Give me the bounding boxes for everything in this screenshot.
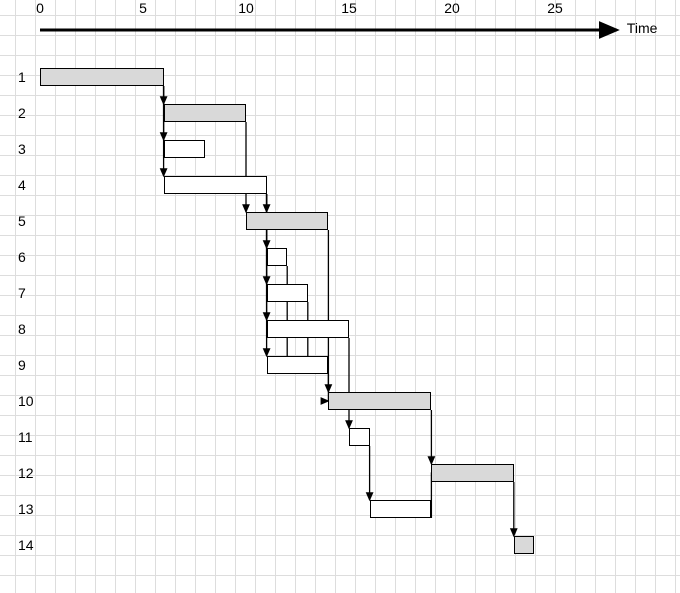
task-bar — [164, 140, 205, 158]
row-label: 6 — [18, 249, 26, 265]
row-label: 11 — [18, 429, 33, 445]
x-tick-label: 5 — [139, 0, 147, 16]
x-tick-label: 25 — [547, 0, 563, 16]
task-bar — [267, 284, 308, 302]
x-tick-label: 10 — [238, 0, 254, 16]
gantt-chart: Time 05101520251234567891011121314 — [0, 0, 680, 593]
row-label: 7 — [18, 285, 26, 301]
row-label: 10 — [18, 393, 34, 409]
row-label: 4 — [18, 177, 26, 193]
x-tick-label: 15 — [341, 0, 357, 16]
axis-and-arrows-svg — [0, 0, 680, 593]
row-label: 9 — [18, 357, 26, 373]
task-bar — [328, 392, 431, 410]
row-label: 13 — [18, 501, 34, 517]
task-bar — [267, 356, 329, 374]
task-bar — [246, 212, 328, 230]
x-tick-label: 0 — [36, 0, 44, 16]
row-label: 12 — [18, 465, 34, 481]
task-bar — [267, 248, 288, 266]
row-label: 3 — [18, 141, 26, 157]
task-bar — [370, 500, 432, 518]
task-bar — [349, 428, 370, 446]
task-bar — [40, 68, 164, 86]
row-label: 8 — [18, 321, 26, 337]
row-label: 1 — [18, 69, 26, 85]
row-label: 2 — [18, 105, 26, 121]
row-label: 5 — [18, 213, 26, 229]
task-bar — [514, 536, 535, 554]
x-axis-label: Time — [627, 20, 658, 36]
row-label: 14 — [18, 537, 34, 553]
task-bar — [267, 320, 349, 338]
task-bar — [164, 104, 246, 122]
task-bar — [431, 464, 513, 482]
x-tick-label: 20 — [444, 0, 460, 16]
task-bar — [164, 176, 267, 194]
